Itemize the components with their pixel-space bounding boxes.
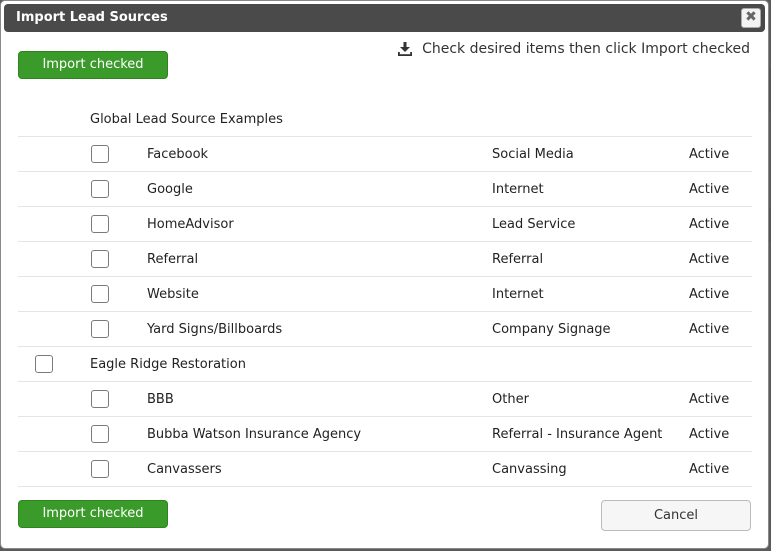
lead-source-name: Canvassers xyxy=(147,462,222,477)
lead-source-row: Website Internet Active xyxy=(18,277,752,312)
lead-source-type: Lead Service xyxy=(492,217,576,232)
group-name: Eagle Ridge Restoration xyxy=(90,357,246,372)
lead-source-checkbox[interactable] xyxy=(91,145,109,163)
group-row: Global Lead Source Examples xyxy=(18,102,752,137)
lead-source-checkbox[interactable] xyxy=(91,320,109,338)
download-icon xyxy=(398,42,413,56)
lead-source-checkbox[interactable] xyxy=(91,390,109,408)
instruction-hint: Check desired items then click Import ch… xyxy=(398,41,750,57)
dialog-title: Import Lead Sources xyxy=(16,10,168,25)
lead-source-status: Active xyxy=(689,182,730,197)
lead-source-name: Referral xyxy=(147,252,199,267)
lead-source-row: Google Internet Active xyxy=(18,172,752,207)
import-checked-button-bottom[interactable]: Import checked xyxy=(18,500,168,528)
lead-source-row: HomeAdvisor Lead Service Active xyxy=(18,207,752,242)
lead-source-row: BBB Other Active xyxy=(18,382,752,417)
lead-source-status: Active xyxy=(689,252,730,267)
lead-source-type: Referral - Insurance Agent xyxy=(492,427,663,442)
lead-source-name: BBB xyxy=(147,392,174,407)
lead-source-status: Active xyxy=(689,147,730,162)
lead-source-checkbox[interactable] xyxy=(91,285,109,303)
group-name: Global Lead Source Examples xyxy=(90,112,283,127)
import-checked-button-top[interactable]: Import checked xyxy=(18,51,168,79)
lead-source-type: Other xyxy=(492,392,529,407)
group-checkbox[interactable] xyxy=(35,355,53,373)
lead-source-status: Active xyxy=(689,427,730,442)
lead-source-status: Active xyxy=(689,287,730,302)
lead-source-status: Active xyxy=(689,322,730,337)
lead-source-type: Canvassing xyxy=(492,462,567,477)
close-button[interactable]: ✖ xyxy=(741,8,761,28)
instruction-text: Check desired items then click Import ch… xyxy=(422,41,750,57)
cancel-button[interactable]: Cancel xyxy=(601,500,751,531)
dialog-titlebar: Import Lead Sources ✖ xyxy=(4,4,765,32)
lead-source-checkbox[interactable] xyxy=(91,460,109,478)
lead-source-row: Canvassers Canvassing Active xyxy=(18,452,752,487)
lead-source-row: Bubba Watson Insurance Agency Referral - … xyxy=(18,417,752,452)
lead-source-checkbox[interactable] xyxy=(91,425,109,443)
lead-source-checkbox[interactable] xyxy=(91,215,109,233)
lead-source-checkbox[interactable] xyxy=(91,180,109,198)
lead-source-name: Yard Signs/Billboards xyxy=(147,322,283,337)
lead-source-row: Yard Signs/Billboards Company Signage Acti… xyxy=(18,312,752,347)
lead-source-name: HomeAdvisor xyxy=(147,217,234,232)
lead-source-name: Website xyxy=(147,287,199,302)
lead-source-type: Social Media xyxy=(492,147,574,162)
import-lead-sources-dialog: Import Lead Sources ✖ Import checked Che… xyxy=(0,0,769,549)
lead-source-status: Active xyxy=(689,462,730,477)
lead-source-status: Active xyxy=(689,217,730,232)
lead-source-row: Facebook Social Media Active xyxy=(18,137,752,172)
lead-source-type: Internet xyxy=(492,287,544,302)
lead-source-row: Referral Referral Active xyxy=(18,242,752,277)
group-row: Eagle Ridge Restoration xyxy=(18,347,752,382)
lead-source-name: Bubba Watson Insurance Agency xyxy=(147,427,362,442)
lead-source-list: Global Lead Source Examples Facebook Socia… xyxy=(18,102,752,487)
lead-source-name: Google xyxy=(147,182,193,197)
lead-source-type: Referral xyxy=(492,252,544,267)
lead-source-type: Company Signage xyxy=(492,322,611,337)
lead-source-type: Internet xyxy=(492,182,544,197)
lead-source-checkbox[interactable] xyxy=(91,250,109,268)
lead-source-name: Facebook xyxy=(147,147,209,162)
lead-source-status: Active xyxy=(689,392,730,407)
